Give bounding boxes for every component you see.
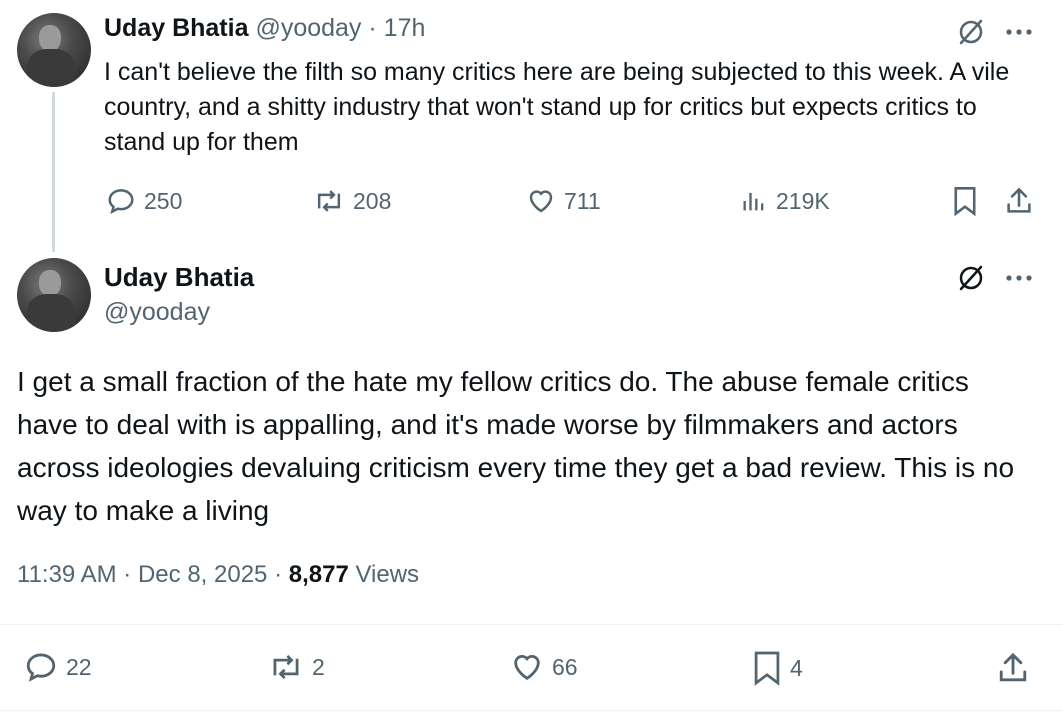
avatar[interactable] xyxy=(17,258,91,332)
reply-count: 250 xyxy=(144,187,183,214)
thread-line xyxy=(52,92,55,252)
separator: · xyxy=(368,14,377,42)
views-button[interactable]: 219K xyxy=(740,186,830,216)
tweet-text: I get a small fraction of the hate my fe… xyxy=(17,366,1015,526)
repost-count: 2 xyxy=(312,653,325,680)
views-count: 219K xyxy=(776,187,830,214)
reply-count: 22 xyxy=(66,653,92,680)
bookmark-button[interactable]: 4 xyxy=(752,650,803,686)
like-count: 711 xyxy=(564,187,601,214)
separator: · xyxy=(123,561,132,588)
like-button[interactable]: 711 xyxy=(526,186,601,216)
reply-button[interactable]: 22 xyxy=(24,650,92,684)
divider xyxy=(0,710,1063,711)
views-label: Views xyxy=(355,561,420,588)
handle[interactable]: @yooday xyxy=(104,298,210,327)
more-icon[interactable] xyxy=(1003,16,1035,48)
handle[interactable]: @yooday xyxy=(255,14,361,42)
divider xyxy=(0,624,1063,625)
timestamp[interactable]: 17h xyxy=(384,14,426,42)
reply-icon xyxy=(26,653,56,682)
post-time[interactable]: 11:39 AM xyxy=(17,561,117,588)
tweet-text: I can't believe the filth so many critic… xyxy=(104,58,1010,156)
repost-button[interactable]: 2 xyxy=(268,650,325,684)
display-name[interactable]: Uday Bhatia xyxy=(104,262,254,293)
views-icon xyxy=(743,192,764,211)
bookmark-icon[interactable] xyxy=(950,186,980,216)
bookmark-count: 4 xyxy=(790,654,803,681)
separator: · xyxy=(274,561,283,588)
repost-icon xyxy=(317,190,341,212)
view-count: 8,877 xyxy=(288,561,349,588)
repost-count: 208 xyxy=(353,187,392,214)
avatar[interactable] xyxy=(17,13,91,87)
like-icon xyxy=(529,190,553,213)
reply-icon xyxy=(108,189,134,215)
like-icon xyxy=(514,655,540,681)
reply-button[interactable]: 250 xyxy=(106,186,182,216)
repost-icon xyxy=(273,654,299,680)
share-icon[interactable] xyxy=(1003,186,1035,216)
grok-icon[interactable] xyxy=(955,262,987,294)
share-icon[interactable] xyxy=(995,650,1031,686)
display-name[interactable]: Uday Bhatia xyxy=(104,14,248,42)
like-button[interactable]: 66 xyxy=(510,650,578,684)
tweet-meta: 11:39 AM · Dec 8, 2025 · 8,877 Views xyxy=(17,561,419,589)
post-date[interactable]: Dec 8, 2025 xyxy=(138,561,267,588)
more-icon[interactable] xyxy=(1003,262,1035,294)
repost-button[interactable]: 208 xyxy=(313,186,391,216)
like-count: 66 xyxy=(552,653,578,680)
tweet-header: Uday Bhatia @yooday · 17h xyxy=(104,14,425,43)
bookmark-icon xyxy=(754,651,780,686)
grok-icon[interactable] xyxy=(955,16,987,48)
